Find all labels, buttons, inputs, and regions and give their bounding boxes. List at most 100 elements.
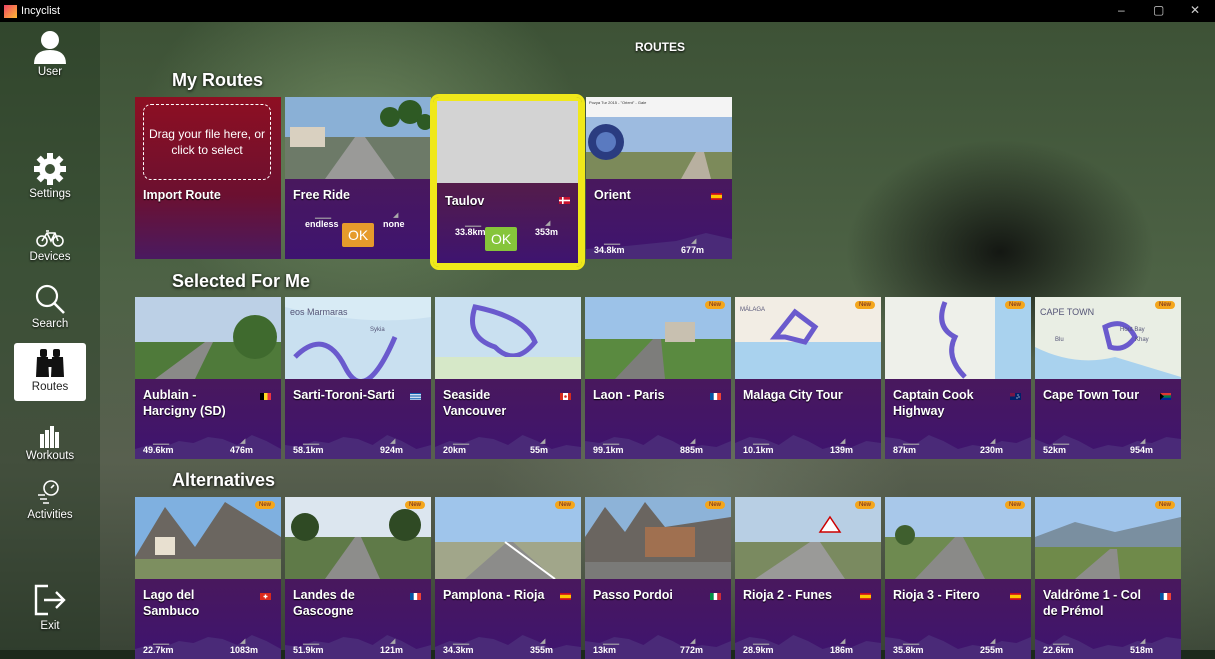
app-icon (4, 4, 17, 18)
route-name: Free Ride (293, 188, 350, 202)
flag-south-africa-icon (1160, 393, 1171, 400)
route-thumbnail (285, 497, 431, 579)
binoculars-icon (36, 349, 64, 377)
route-distance: ▁▁▁ 22.7km (143, 638, 174, 655)
route-name: Rioja 2 - Funes (743, 588, 832, 602)
nav-settings[interactable]: Settings (14, 152, 86, 200)
route-distance: ▁▁▁ 10.1km (743, 438, 774, 455)
flag-france-icon (710, 393, 721, 400)
route-distance: ▁▁▁ 20km (443, 438, 470, 455)
route-card-free-ride[interactable]: Free Ride ▁▁▁ endless ◢ none OK (285, 97, 431, 259)
route-elevation: ◢ none (383, 212, 405, 229)
route-card[interactable]: New CAPE TOWN Hout Bay Blu Khay Cape Town Tou… (1035, 297, 1181, 459)
route-thumbnail (585, 297, 731, 379)
bicycle-icon (36, 230, 64, 247)
route-name: Seaside Vancouver (443, 388, 507, 418)
route-card[interactable]: Seaside Vancouver ▁▁▁ 20km ◢ 55m (435, 297, 581, 459)
route-distance: ▁▁▁ 28.9km (743, 638, 774, 655)
route-thumbnail (885, 497, 1031, 579)
route-card[interactable]: eos Marmaras Sykia Sarti-Toroni-Sarti ▁▁▁ 58… (285, 297, 431, 459)
flag-france-icon (1160, 593, 1171, 600)
new-badge: New (1004, 501, 1025, 509)
route-name: Orient (594, 188, 631, 202)
route-card[interactable]: New Captain Cook Highway ▁▁▁ 87km ◢ 230m (885, 297, 1031, 459)
route-card[interactable]: New Rioja 3 - Fitero ▁▁▁ 35.8km ◢ 255m (885, 497, 1031, 659)
ok-button[interactable]: OK (485, 227, 518, 251)
route-thumbnail (135, 497, 281, 579)
route-card-taulov[interactable]: Taulov ▁▁▁ 33.8km ◢ 353m OK (430, 94, 585, 270)
file-drop-zone[interactable]: Drag your file here, or click to select (143, 104, 271, 180)
nav-routes[interactable]: Routes (14, 343, 86, 401)
route-card-orient[interactable]: Pozya Tur 2015 - "Orient" - Gale Orient … (586, 97, 732, 259)
route-distance: ▁▁▁ 52km (1043, 438, 1070, 455)
route-thumbnail (1035, 497, 1181, 579)
route-card[interactable]: New Pamplona - Rioja ▁▁▁ 34.3km ◢ 355m (435, 497, 581, 659)
route-thumbnail (435, 497, 581, 579)
flag-france-icon (410, 593, 421, 600)
route-card[interactable]: Aublain - Harcigny (SD) ▁▁▁ 49.6km ◢ 476m (135, 297, 281, 459)
route-thumbnail (435, 297, 581, 379)
route-elevation: ◢ 476m (230, 438, 254, 455)
nav-workouts[interactable]: Workouts (14, 426, 86, 462)
route-elevation: ◢ 353m (535, 220, 559, 237)
route-elevation: ◢ 121m (380, 638, 404, 655)
route-elevation: ◢ 255m (980, 638, 1004, 655)
exit-icon (34, 584, 66, 616)
route-card[interactable]: New Landes de Gascogne ▁▁▁ 51.9km ◢ 121m (285, 497, 431, 659)
gear-icon (34, 153, 66, 185)
nav-exit[interactable]: Exit (14, 582, 86, 632)
nav-label: Activities (27, 509, 73, 521)
route-name: Lago del Sambuco (143, 588, 200, 618)
flag-australia-icon (1010, 393, 1021, 400)
new-badge: New (854, 301, 875, 309)
route-elevation: ◢ 885m (680, 438, 704, 455)
section-title-my-routes: My Routes (172, 70, 264, 90)
route-distance: ▁▁▁ 34.8km (594, 238, 625, 255)
route-elevation: ◢ 355m (530, 638, 554, 655)
route-elevation: ◢ 186m (830, 638, 854, 655)
route-card[interactable]: New MÁLAGA Malaga City Tour ▁▁▁ 10.1km ◢ 139m (735, 297, 881, 459)
route-name: Cape Town Tour (1043, 388, 1140, 402)
route-elevation: ◢ 1083m (230, 638, 259, 655)
route-elevation: ◢ 230m (980, 438, 1004, 455)
nav-label: User (37, 66, 63, 78)
thumbnail-caption: Pozya Tur 2015 - "Orient" - Gale (589, 100, 647, 105)
close-button[interactable]: ✕ (1190, 3, 1200, 17)
page-title: ROUTES (634, 40, 685, 54)
new-badge: New (1004, 301, 1025, 309)
flag-canada-icon (560, 393, 571, 400)
new-badge: New (704, 301, 725, 309)
ok-button[interactable]: OK (342, 223, 375, 247)
nav-activities[interactable]: Activities (14, 477, 86, 521)
route-thumbnail (885, 297, 1031, 379)
route-thumbnail (735, 497, 881, 579)
route-card[interactable]: New Passo Pordoi ▁▁▁ 13km ◢ 772m (585, 497, 731, 659)
section-title-alternatives: Alternatives (172, 470, 276, 490)
minimize-button[interactable]: – (1118, 3, 1125, 17)
nav-label: Settings (29, 188, 71, 200)
route-name: Pamplona - Rioja (443, 588, 545, 602)
route-thumbnail (437, 101, 578, 183)
nav-label: Exit (40, 620, 60, 632)
route-card[interactable]: New Valdrôme 1 - Col de Prémol ▁▁▁ 22.6km ◢ 5… (1035, 497, 1181, 659)
nav-label: Routes (31, 381, 69, 393)
route-distance: ▁▁▁ endless (305, 212, 339, 229)
import-route-card[interactable]: Drag your file here, or click to select … (135, 97, 281, 259)
route-elevation: ◢ 55m (530, 438, 549, 455)
flag-spain-icon (711, 193, 722, 200)
flag-greece-icon (410, 393, 421, 400)
route-distance: ▁▁▁ 58.1km (293, 438, 324, 455)
map-label: MÁLAGA (740, 307, 766, 313)
nav-devices[interactable]: Devices (14, 227, 86, 263)
route-card[interactable]: New Lago del Sambuco ▁▁▁ 22.7km ◢ 1083m (135, 497, 281, 659)
map-label: Hout Bay (1120, 327, 1145, 333)
nav-user[interactable]: User (14, 30, 86, 78)
route-name: Valdrôme 1 - Col de Prémol (1043, 588, 1141, 618)
route-card[interactable]: New Laon - Paris ▁▁▁ 99.1km ◢ 885m (585, 297, 731, 459)
route-elevation: ◢ 139m (830, 438, 854, 455)
route-distance: ▁▁▁ 13km (593, 638, 620, 655)
new-badge: New (854, 501, 875, 509)
nav-search[interactable]: Search (14, 282, 86, 330)
route-card[interactable]: New Rioja 2 - Funes ▁▁▁ 28.9km ◢ 186m (735, 497, 881, 659)
maximize-button[interactable]: ▢ (1153, 3, 1164, 17)
